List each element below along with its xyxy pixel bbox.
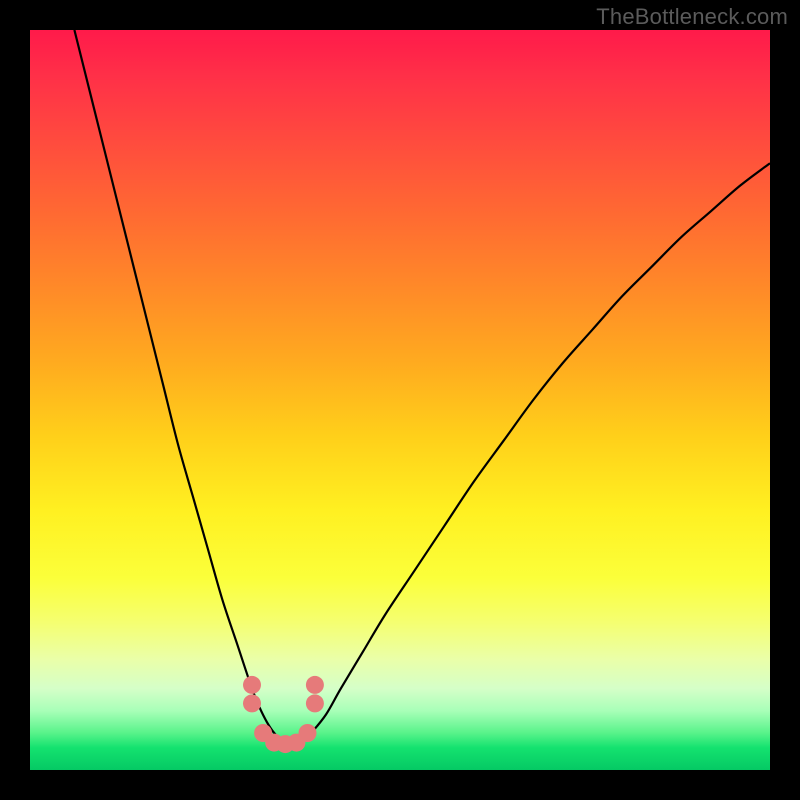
marker-dot	[243, 676, 261, 694]
curve-layer	[30, 30, 770, 770]
plot-area	[30, 30, 770, 770]
curve-path	[74, 30, 770, 745]
marker-dot	[299, 724, 317, 742]
marker-dot	[243, 694, 261, 712]
marker-dot	[306, 694, 324, 712]
marker-dot	[306, 676, 324, 694]
chart-frame: TheBottleneck.com	[0, 0, 800, 800]
highlight-markers	[243, 676, 324, 753]
watermark-text: TheBottleneck.com	[596, 4, 788, 30]
bottleneck-curve	[74, 30, 770, 745]
